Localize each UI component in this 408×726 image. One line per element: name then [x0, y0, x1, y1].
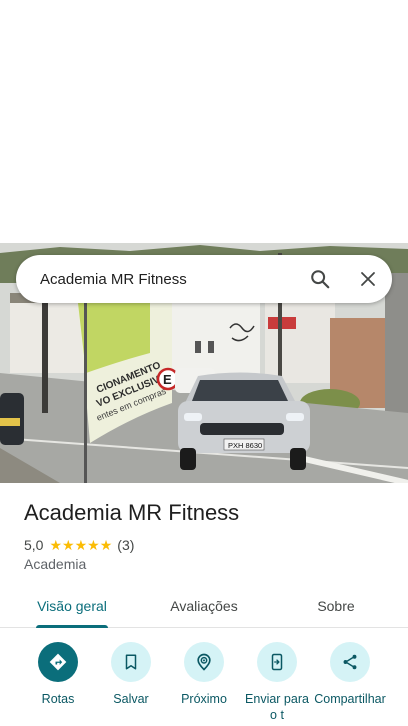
review-count[interactable]: (3): [117, 537, 134, 553]
tab-label: Visão geral: [37, 597, 107, 614]
blank-map-area: [0, 0, 408, 243]
save-label: Salvar: [113, 692, 149, 706]
action-bar: Rotas Salvar Próximo Enviar para o t Com…: [0, 640, 408, 726]
flag-letter: E: [163, 372, 172, 387]
directions-label: Rotas: [41, 692, 75, 706]
tab-label: Sobre: [317, 597, 355, 614]
rating-value: 5,0: [24, 537, 44, 553]
tab-label: Avaliações: [170, 597, 238, 614]
tab-bar: Visão geral Avaliações Sobre: [0, 584, 408, 628]
share-icon: [330, 642, 370, 682]
send-to-phone-button[interactable]: Enviar para o t: [237, 642, 317, 723]
save-button[interactable]: Salvar: [91, 642, 171, 707]
nearby-button[interactable]: Próximo: [164, 642, 244, 707]
star-icon: ★: [74, 537, 88, 553]
place-title: Academia MR Fitness: [24, 500, 240, 525]
nearby-icon: [184, 642, 224, 682]
search-bar[interactable]: Academia MR Fitness: [16, 255, 392, 303]
star-icon: ★: [49, 537, 63, 553]
star-icon: ★: [99, 537, 113, 553]
nearby-label: Próximo: [181, 692, 227, 706]
directions-icon: [38, 642, 78, 682]
directions-button[interactable]: Rotas: [18, 642, 98, 707]
bookmark-icon: [111, 642, 151, 682]
rating-stars: ★ ★ ★ ★ ★: [49, 538, 112, 552]
tab-overview[interactable]: Visão geral: [0, 584, 144, 628]
rating-row[interactable]: 5,0 ★ ★ ★ ★ ★ (3): [24, 536, 134, 554]
send-to-phone-label: Enviar para o t: [245, 692, 309, 722]
star-icon: ★: [87, 537, 100, 553]
tab-reviews[interactable]: Avaliações: [144, 584, 264, 627]
place-category[interactable]: Academia: [24, 556, 86, 572]
send-to-phone-icon: [257, 642, 297, 682]
license-plate: PXH 8630: [228, 441, 262, 450]
share-label: Compartilhar: [314, 692, 386, 706]
search-query[interactable]: Academia MR Fitness: [16, 271, 296, 288]
close-icon[interactable]: [344, 255, 392, 303]
star-icon: ★: [62, 537, 75, 553]
tab-about[interactable]: Sobre: [264, 584, 408, 627]
search-icon[interactable]: [296, 255, 344, 303]
share-button[interactable]: Compartilhar: [310, 642, 390, 707]
